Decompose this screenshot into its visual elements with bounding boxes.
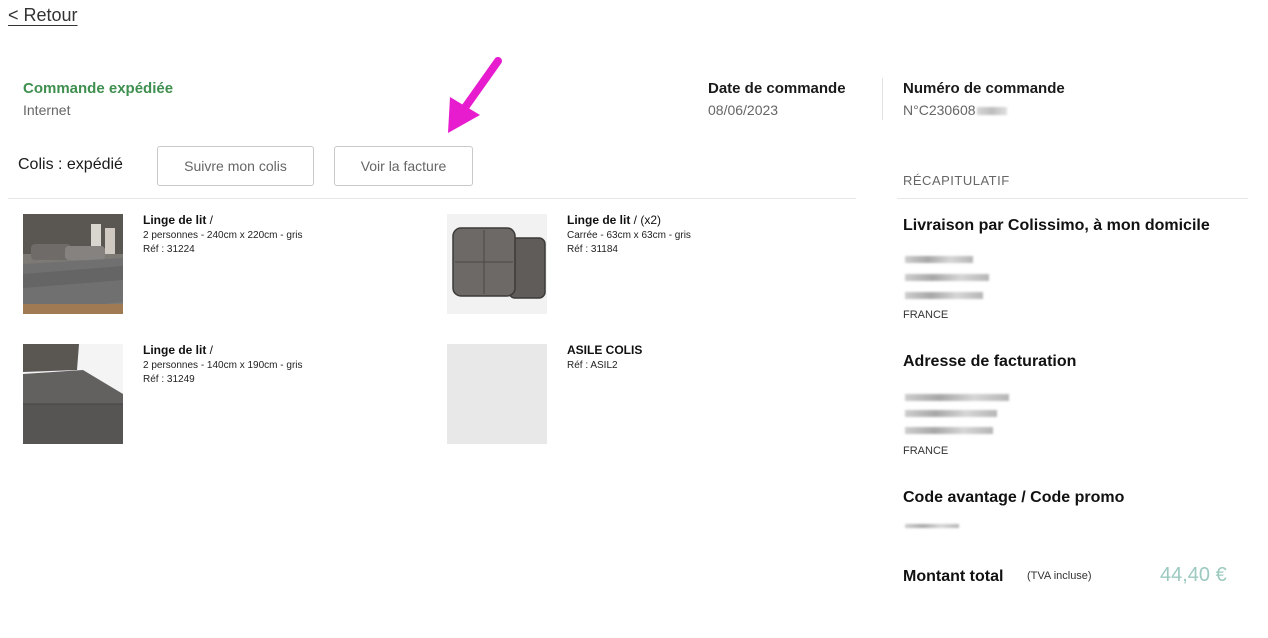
view-invoice-button[interactable]: Voir la facture [334,146,473,186]
total-value: 44,40 € [1160,564,1227,586]
product-ref: Réf : ASIL2 [567,360,618,371]
divider [8,198,856,199]
product-description: 2 personnes - 240cm x 220cm - gris [143,230,303,241]
product-image[interactable] [447,214,547,314]
meta-divider [882,78,883,120]
product-image[interactable] [23,344,123,444]
product-item: Linge de lit / 2 personnes - 140cm x 190… [23,343,403,444]
parcel-status: Colis : expédié [18,156,123,173]
total-tax-note: (TVA incluse) [1027,570,1092,582]
redacted-text [905,427,993,434]
order-date-block: Date de commande 08/06/2023 [708,80,846,118]
annotation-arrow-icon [448,57,502,133]
redacted-text [905,256,973,263]
product-image-placeholder [447,344,547,444]
redacted-text [905,274,989,281]
product-info: Linge de lit / 2 personnes - 140cm x 190… [143,343,303,385]
delivery-title: Livraison par Colissimo, à mon domicile [903,217,1210,234]
product-item: Linge de lit / (x2) Carrée - 63cm x 63cm… [447,213,827,314]
redacted-text [905,410,997,417]
product-item: Linge de lit / 2 personnes - 240cm x 220… [23,213,403,314]
delivery-country: FRANCE [903,309,949,321]
product-info: Linge de lit / (x2) Carrée - 63cm x 63cm… [567,213,691,255]
product-ref: Réf : 31249 [143,374,195,385]
order-number-value: N°C230608 [903,102,1065,118]
order-channel: Internet [23,102,71,118]
billing-country: FRANCE [903,445,949,457]
product-name: ASILE COLIS [567,343,643,357]
product-name: Linge de lit / [143,343,214,357]
order-date-label: Date de commande [708,80,846,97]
product-ref: Réf : 31224 [143,244,195,255]
redacted-text [905,394,1009,401]
back-link[interactable]: < Retour [8,5,78,26]
order-status: Commande expédiée [23,80,174,97]
product-image[interactable] [23,214,123,314]
summary-heading: RÉCAPITULATIF [903,173,1010,188]
billing-title: Adresse de facturation [903,353,1077,370]
product-info: Linge de lit / 2 personnes - 240cm x 220… [143,213,303,255]
order-date-value: 08/06/2023 [708,102,779,118]
product-name: Linge de lit / (x2) [567,213,662,227]
product-item: ASILE COLIS Réf : ASIL2 [447,343,827,444]
product-ref: Réf : 31184 [567,244,618,255]
product-description: Carrée - 63cm x 63cm - gris [567,230,691,241]
product-info: ASILE COLIS Réf : ASIL2 [567,343,642,371]
product-description: 2 personnes - 140cm x 190cm - gris [143,360,303,371]
redacted-text [905,292,983,299]
order-number-text: N°C230608 [903,102,976,118]
track-parcel-button[interactable]: Suivre mon colis [157,146,314,186]
total-label: Montant total [903,568,1004,585]
product-name: Linge de lit / [143,213,214,227]
redacted-number [976,107,1007,116]
promo-title: Code avantage / Code promo [903,489,1125,506]
divider [897,198,1248,199]
redacted-text [905,524,959,528]
order-number-block: Numéro de commande N°C230608 [903,80,1065,118]
order-status-block: Commande expédiée Internet [23,80,173,118]
order-number-label: Numéro de commande [903,80,1065,97]
